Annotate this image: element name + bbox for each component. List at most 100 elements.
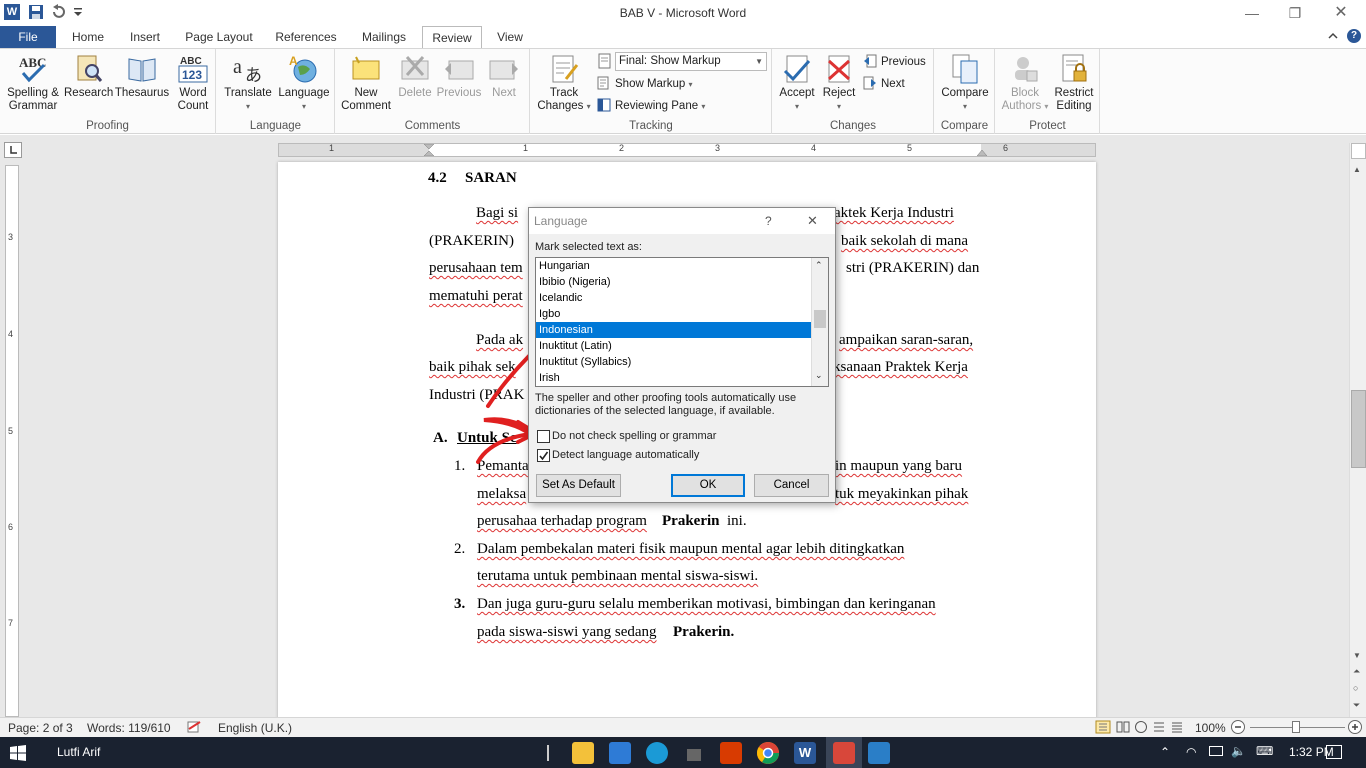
zoom-in-icon[interactable] bbox=[1347, 719, 1363, 738]
research-button[interactable]: Research bbox=[64, 53, 113, 100]
show-markup-button[interactable]: Show Markup ▾ bbox=[597, 74, 693, 94]
keyboard-icon[interactable]: ⌨ bbox=[1256, 744, 1273, 758]
language-option[interactable]: Hungarian bbox=[536, 258, 811, 274]
edge-icon[interactable] bbox=[646, 742, 668, 764]
scroll-down-icon[interactable]: ▼ bbox=[1353, 651, 1361, 660]
zoom-level[interactable]: 100% bbox=[1195, 721, 1226, 735]
dialog-help-button[interactable]: ? bbox=[765, 214, 772, 228]
office-icon[interactable] bbox=[720, 742, 742, 764]
task-view-icon[interactable] bbox=[547, 745, 549, 761]
vertical-ruler[interactable]: 3 4 5 6 7 bbox=[5, 165, 19, 717]
mail-icon[interactable] bbox=[609, 742, 631, 764]
markup-select[interactable]: Final: Show Markup ▼ bbox=[615, 52, 767, 71]
close-button[interactable]: ✕ bbox=[1318, 0, 1364, 26]
language-option[interactable]: Igbo bbox=[536, 306, 811, 322]
list-scroll-up-icon[interactable]: ⌃ bbox=[815, 260, 823, 271]
previous-page-icon[interactable]: ⏶ bbox=[1353, 666, 1360, 677]
full-screen-reading-icon[interactable] bbox=[1116, 720, 1130, 737]
next-page-icon[interactable]: ⏷ bbox=[1353, 700, 1360, 711]
reviewing-pane-button[interactable]: Reviewing Pane ▾ bbox=[597, 96, 705, 116]
show-hidden-icons[interactable]: ⌃ bbox=[1160, 745, 1170, 759]
tab-review[interactable]: Review bbox=[422, 26, 482, 49]
zoom-slider-thumb[interactable] bbox=[1292, 721, 1300, 733]
list-scroll-down-icon[interactable]: ⌄ bbox=[815, 370, 823, 381]
next-comment-button[interactable]: Next bbox=[484, 53, 524, 100]
listbox-scrollbar[interactable]: ⌃ ⌄ bbox=[811, 258, 828, 386]
new-comment-button[interactable]: New Comment bbox=[338, 53, 394, 113]
photos-icon[interactable] bbox=[868, 742, 890, 764]
outline-icon[interactable] bbox=[1152, 720, 1166, 737]
tab-insert[interactable]: Insert bbox=[122, 26, 168, 48]
pdf-app-icon[interactable] bbox=[833, 742, 855, 764]
tab-mailings[interactable]: Mailings bbox=[352, 26, 416, 48]
status-language[interactable]: English (U.K.) bbox=[218, 721, 292, 735]
help-icon[interactable]: ? bbox=[1347, 29, 1361, 43]
reject-button[interactable]: Reject ▾ bbox=[819, 53, 859, 113]
next-change-button[interactable]: Next bbox=[863, 74, 905, 94]
cancel-button[interactable]: Cancel bbox=[754, 474, 829, 497]
notifications-icon[interactable] bbox=[1326, 745, 1342, 759]
translate-button[interactable]: aあ Translate ▾ bbox=[221, 53, 275, 113]
accept-button[interactable]: Accept ▾ bbox=[775, 53, 819, 113]
page-count[interactable]: Page: 2 of 3 bbox=[8, 721, 73, 735]
language-option-selected[interactable]: Indonesian bbox=[536, 322, 811, 338]
minimize-button[interactable]: — bbox=[1229, 0, 1275, 26]
ok-button[interactable]: OK bbox=[671, 474, 745, 497]
language-option[interactable]: Icelandic bbox=[536, 290, 811, 306]
print-layout-icon[interactable] bbox=[1095, 720, 1111, 737]
zoom-out-icon[interactable] bbox=[1230, 719, 1246, 738]
taskbar-search-text[interactable]: Lutfi Arif bbox=[57, 745, 100, 759]
tab-page-layout[interactable]: Page Layout bbox=[180, 26, 258, 48]
word-count[interactable]: Words: 119/610 bbox=[87, 721, 171, 735]
no-check-checkbox[interactable] bbox=[537, 430, 550, 443]
thesaurus-button[interactable]: Thesaurus bbox=[114, 53, 170, 100]
network-icon[interactable]: ◠ bbox=[1186, 745, 1196, 759]
dialog-titlebar[interactable]: Language ? ✕ bbox=[529, 208, 835, 234]
language-option[interactable]: Inuktitut (Latin) bbox=[536, 338, 811, 354]
tab-selector[interactable] bbox=[4, 142, 22, 158]
restrict-editing-button[interactable]: Restrict Editing bbox=[1050, 53, 1098, 113]
track-changes-button[interactable]: Track Changes ▾ bbox=[535, 53, 593, 113]
compare-button[interactable]: Compare ▾ bbox=[937, 53, 993, 113]
language-button[interactable]: A Language ▾ bbox=[277, 53, 331, 113]
indent-marker[interactable] bbox=[423, 143, 435, 157]
scroll-up-icon[interactable]: ▲ bbox=[1353, 165, 1361, 174]
browse-object-icon[interactable]: ○ bbox=[1353, 683, 1358, 693]
windows-start-icon[interactable] bbox=[10, 745, 26, 764]
minimize-ribbon-icon[interactable] bbox=[1327, 30, 1339, 45]
battery-icon[interactable] bbox=[1209, 746, 1223, 756]
horizontal-ruler[interactable]: 1 1 2 3 4 5 6 bbox=[278, 143, 1096, 157]
restore-button[interactable]: ❐ bbox=[1272, 0, 1318, 26]
detect-language-checkbox[interactable] bbox=[537, 449, 550, 462]
block-authors-button[interactable]: Block Authors ▾ bbox=[1000, 53, 1050, 113]
language-option[interactable]: Inuktitut (Syllabics) bbox=[536, 354, 811, 370]
language-option[interactable]: Ibibio (Nigeria) bbox=[536, 274, 811, 290]
scroll-thumb[interactable] bbox=[1351, 390, 1366, 468]
list-scroll-thumb[interactable] bbox=[814, 310, 826, 328]
delete-comment-button[interactable]: Delete bbox=[394, 53, 436, 100]
word-count-button[interactable]: ABC 123 Word Count bbox=[172, 53, 214, 113]
word-taskbar-icon[interactable]: W bbox=[794, 742, 816, 764]
proofing-status-icon[interactable] bbox=[186, 720, 202, 737]
tab-view[interactable]: View bbox=[490, 26, 530, 48]
tab-home[interactable]: Home bbox=[66, 26, 110, 48]
file-explorer-icon[interactable] bbox=[572, 742, 594, 764]
draft-icon[interactable] bbox=[1170, 720, 1184, 737]
no-check-label[interactable]: Do not check spelling or grammar bbox=[552, 430, 716, 442]
view-ruler-icon[interactable] bbox=[1351, 143, 1366, 159]
vertical-scrollbar[interactable]: ▲ ▼ ⏶ ○ ⏷ bbox=[1349, 143, 1366, 717]
tab-file[interactable]: File bbox=[0, 26, 56, 48]
previous-change-button[interactable]: Previous bbox=[863, 52, 926, 72]
spelling-grammar-button[interactable]: ABC Spelling & Grammar bbox=[4, 53, 62, 113]
set-as-default-button[interactable]: Set As Default bbox=[536, 474, 621, 497]
previous-comment-button[interactable]: Previous bbox=[436, 53, 482, 100]
right-indent-marker[interactable] bbox=[976, 144, 988, 157]
language-option[interactable]: Irish bbox=[536, 370, 811, 386]
tab-references[interactable]: References bbox=[270, 26, 342, 48]
detect-language-label[interactable]: Detect language automatically bbox=[552, 449, 699, 461]
dialog-close-button[interactable]: ✕ bbox=[807, 213, 818, 229]
volume-icon[interactable]: 🔈 bbox=[1231, 744, 1246, 758]
web-layout-icon[interactable] bbox=[1134, 720, 1148, 737]
language-listbox[interactable]: Hungarian Ibibio (Nigeria) Icelandic Igb… bbox=[535, 257, 829, 387]
chrome-icon[interactable] bbox=[757, 742, 779, 764]
